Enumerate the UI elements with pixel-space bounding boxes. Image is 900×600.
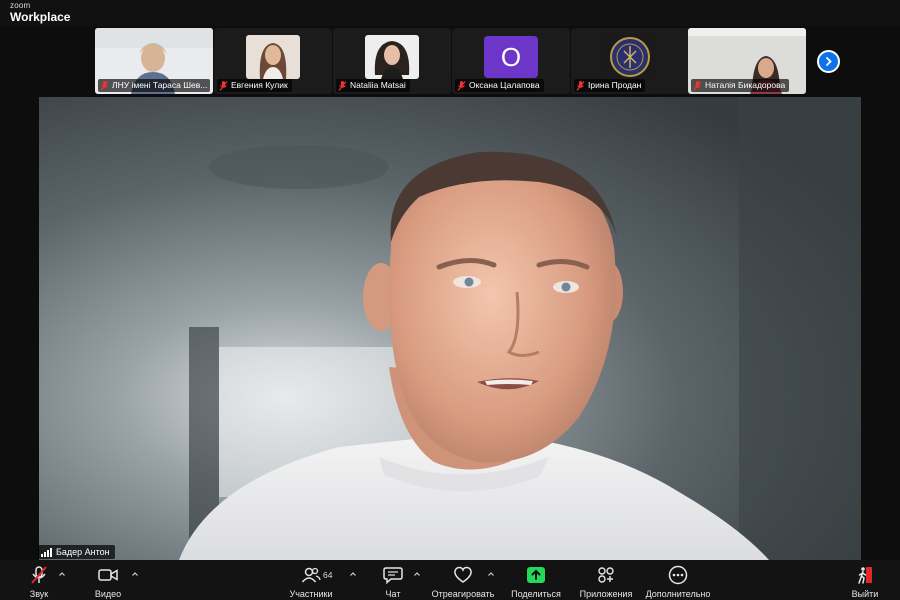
chat-options-chevron-icon[interactable] — [413, 570, 421, 578]
chat-label: Чат — [385, 589, 401, 599]
mic-muted-icon — [457, 80, 466, 91]
participant-thumbnail-strip: ЛНУ імені Тараса Шев... Евгения Кулик Na… — [0, 26, 900, 96]
signal-strength-icon — [41, 547, 52, 557]
participant-name-label: Наталія Бикадорова — [691, 79, 790, 92]
mic-muted-icon — [576, 80, 585, 91]
audio-label: Звук — [29, 589, 49, 599]
participant-avatar — [603, 35, 657, 79]
participant-tile[interactable]: O Оксана Цалапова — [452, 28, 570, 94]
app-logo: zoom Workplace — [10, 1, 71, 24]
apps-button[interactable]: Приложения — [578, 564, 634, 599]
mic-muted-icon — [100, 80, 109, 91]
chat-button[interactable]: Чат — [378, 564, 408, 599]
more-label: Дополнительно — [645, 589, 711, 599]
audio-button[interactable]: Звук — [24, 564, 54, 599]
speaker-video-frame — [39, 97, 861, 560]
chat-bubble-icon — [383, 567, 403, 584]
participant-tile[interactable]: Ірина Продан — [571, 28, 689, 94]
active-speaker-video — [39, 97, 861, 560]
participant-name: Наталія Бикадорова — [705, 80, 786, 90]
mic-muted-icon — [338, 80, 347, 91]
participant-name-label: Оксана Цалапова — [455, 79, 544, 92]
leave-label: Выйти — [851, 589, 879, 599]
participants-options-chevron-icon[interactable] — [349, 570, 357, 578]
audio-options-chevron-icon[interactable] — [58, 570, 66, 578]
participant-name: Nataliia Matsai — [350, 80, 406, 90]
participant-name: ЛНУ імені Тараса Шев... — [112, 80, 208, 90]
mic-muted-icon — [693, 80, 702, 91]
participant-name-label: Ірина Продан — [574, 79, 646, 92]
share-screen-button[interactable]: Поделиться — [510, 564, 562, 599]
react-label: Отреагировать — [431, 589, 495, 599]
apps-label: Приложения — [579, 589, 633, 599]
participant-name-label: Евгения Кулик — [217, 79, 292, 92]
more-options-icon — [668, 565, 688, 585]
window-title-bar: zoom Workplace — [0, 0, 900, 26]
mic-muted-icon — [219, 80, 228, 91]
video-options-chevron-icon[interactable] — [131, 570, 139, 578]
mic-muted-icon — [31, 566, 47, 584]
heart-icon — [454, 566, 472, 583]
leave-button[interactable]: Выйти — [850, 564, 880, 599]
participant-tile[interactable]: Наталія Бикадорова — [688, 28, 806, 94]
apps-icon — [598, 567, 614, 583]
participant-avatar — [246, 35, 300, 79]
participant-tile[interactable]: ЛНУ імені Тараса Шев... — [95, 28, 213, 94]
speaker-name-label: Бадер Антон — [38, 545, 115, 559]
participant-name: Евгения Кулик — [231, 80, 288, 90]
brand-name: Workplace — [10, 10, 71, 24]
video-button[interactable]: Видео — [92, 564, 124, 599]
leave-door-icon — [858, 567, 872, 584]
brand-small: zoom — [10, 1, 31, 10]
participant-name: Ірина Продан — [588, 80, 642, 90]
react-options-chevron-icon[interactable] — [487, 570, 495, 578]
share-screen-label: Поделиться — [511, 589, 561, 599]
meeting-toolbar: Звук Видео Участники 64 Чат Отреагироват… — [0, 560, 900, 600]
video-camera-icon — [98, 569, 118, 581]
chevron-right-icon — [826, 57, 832, 66]
participant-tile[interactable]: Евгения Кулик — [214, 28, 332, 94]
video-label: Видео — [94, 589, 122, 599]
participant-avatar — [365, 35, 419, 79]
more-button[interactable]: Дополнительно — [644, 564, 712, 599]
participant-tile[interactable]: Nataliia Matsai — [333, 28, 451, 94]
speaker-name: Бадер Антон — [56, 547, 110, 557]
participant-name-label: Nataliia Matsai — [336, 79, 410, 92]
next-page-button[interactable] — [817, 50, 840, 73]
participants-count: 64 — [323, 570, 333, 580]
participants-label: Участники — [289, 589, 333, 599]
participants-icon — [301, 567, 321, 583]
participant-name: Оксана Цалапова — [469, 80, 540, 90]
share-screen-icon — [527, 567, 545, 583]
participant-initial-avatar: O — [484, 36, 538, 78]
participant-name-label: ЛНУ імені Тараса Шев... — [98, 79, 210, 92]
